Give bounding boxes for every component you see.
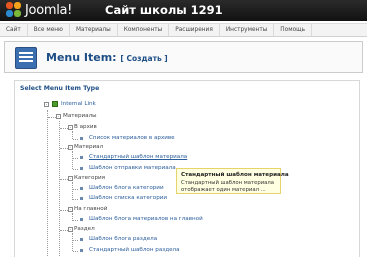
tooltip-line-1: Стандартный шаблон материала	[181, 180, 275, 186]
bullet-icon	[80, 249, 83, 252]
menu-item-extensions[interactable]: Расширения	[169, 24, 220, 36]
tree-article[interactable]: Материал	[74, 144, 103, 151]
tree-category-blog[interactable]: Шаблон блога категории	[89, 185, 164, 192]
category-toggle[interactable]: -	[68, 176, 73, 181]
bullet-icon	[80, 197, 83, 200]
tree-materials[interactable]: Материалы	[63, 113, 97, 120]
frontpage-toggle[interactable]: -	[68, 207, 73, 212]
menu-item-site[interactable]: Сайт	[0, 24, 28, 36]
main-menu-bar: Сайт Все меню Материалы Компоненты Расши…	[0, 23, 367, 37]
menu-item-all-menus[interactable]: Все меню	[28, 24, 70, 36]
section-toggle[interactable]: -	[68, 227, 73, 232]
tree-archive[interactable]: В архив	[74, 124, 97, 131]
tooltip-line-2: отображает один материал ...	[181, 187, 266, 193]
internal-link-toggle[interactable]: -	[44, 102, 49, 107]
header-bar: Joomla! Сайт школы 1291	[0, 0, 367, 21]
tree-archive-list[interactable]: Список материалов в архиве	[89, 135, 175, 142]
menu-item-tools[interactable]: Инструменты	[220, 24, 275, 36]
bullet-icon	[80, 156, 83, 159]
menu-item-components[interactable]: Компоненты	[118, 24, 170, 36]
tree-frontpage-blog[interactable]: Шаблон блога материалов на главной	[89, 216, 203, 223]
bullet-icon	[80, 218, 83, 221]
tooltip: Стандартный шаблон материала Стандартный…	[176, 168, 289, 194]
page-title-text: Menu Item:	[46, 51, 117, 64]
tree-section-default[interactable]: Стандартный шаблон раздела	[89, 247, 180, 254]
article-toggle[interactable]: -	[68, 145, 73, 150]
tree-category-list[interactable]: Шаблон списка категории	[89, 195, 167, 202]
tooltip-title: Стандартный шаблон материала	[181, 172, 289, 178]
tree-section-blog[interactable]: Шаблон блога раздела	[89, 236, 157, 243]
tree-category[interactable]: Категория	[74, 175, 105, 182]
joomla-logo-icon	[6, 2, 22, 18]
logo-text: Joomla!	[25, 2, 73, 18]
internal-link-icon	[52, 101, 58, 107]
tree-internal-link[interactable]: Internal Link	[61, 101, 96, 108]
bullet-icon	[80, 167, 83, 170]
bullet-icon	[80, 238, 83, 241]
menu-item-help[interactable]: Помощь	[274, 24, 312, 36]
bullet-icon	[80, 187, 83, 190]
menu-item-icon	[15, 47, 37, 69]
materials-toggle[interactable]: -	[56, 114, 61, 119]
menu-item-content[interactable]: Материалы	[70, 24, 118, 36]
page-title: Menu Item: [ Создать ]	[46, 51, 168, 64]
tree-article-default[interactable]: Стандартный шаблон материала	[89, 154, 187, 161]
joomla-logo[interactable]: Joomla!	[6, 2, 72, 18]
tree-section[interactable]: Раздел	[74, 226, 95, 233]
tree-frontpage[interactable]: На главной	[74, 206, 107, 213]
panel-legend: Select Menu Item Type	[20, 85, 103, 92]
bullet-icon	[80, 137, 83, 140]
site-title: Сайт школы 1291	[105, 3, 223, 17]
tree-article-submit[interactable]: Шаблон отправки материала	[89, 165, 176, 172]
page-subtitle: [ Создать ]	[120, 54, 168, 63]
archive-toggle[interactable]: -	[68, 125, 73, 130]
toolbar: Menu Item: [ Создать ]	[4, 41, 363, 73]
